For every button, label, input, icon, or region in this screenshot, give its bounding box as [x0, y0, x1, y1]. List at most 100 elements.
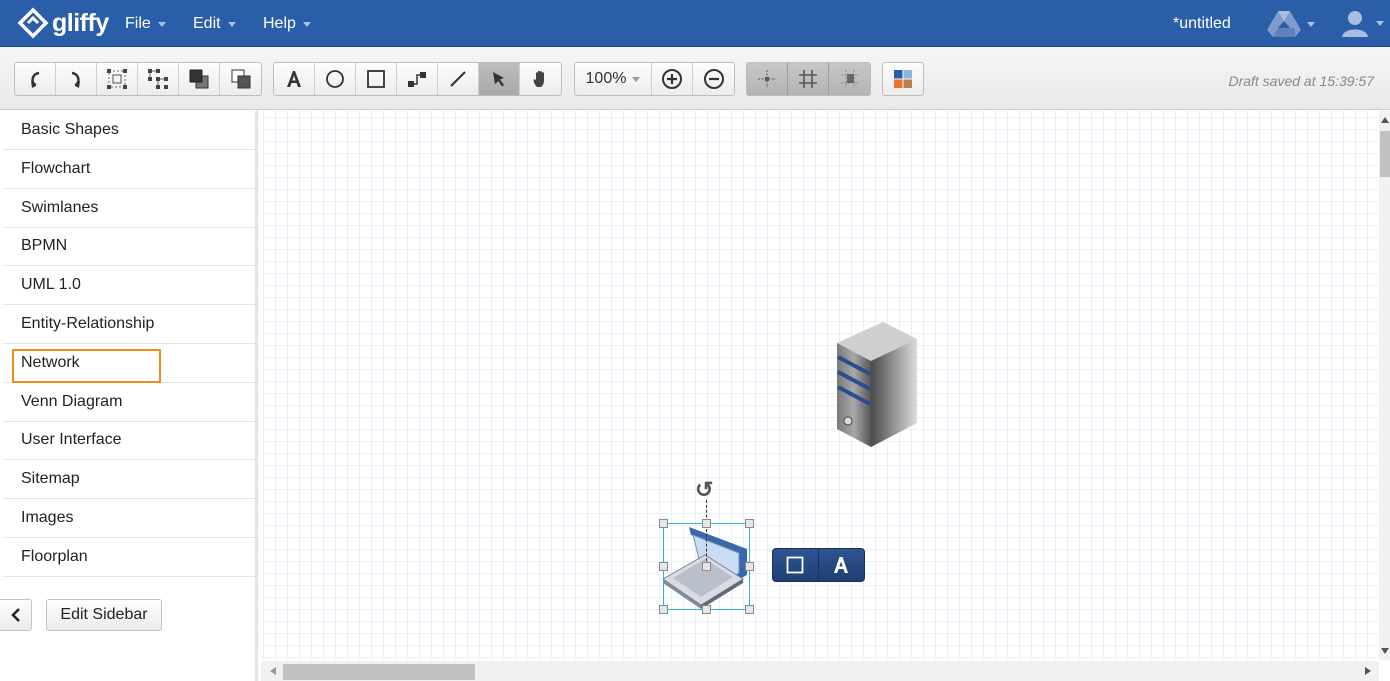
scroll-up-arrow-icon[interactable] [1381, 117, 1389, 123]
zoom-in-icon [662, 69, 682, 89]
resize-handle-sw[interactable] [659, 605, 668, 614]
sidebar-item-floorplan[interactable]: Floorplan [3, 538, 255, 577]
connector-tool-button[interactable] [397, 63, 438, 95]
theme-icon [894, 70, 912, 88]
sidebar-item-label: Network [21, 353, 80, 371]
menu-file[interactable]: File [125, 0, 166, 47]
line-tool-button[interactable] [438, 63, 479, 95]
send-to-back-button[interactable] [220, 63, 261, 95]
vertical-scrollbar[interactable] [1379, 111, 1390, 660]
bring-to-front-icon [189, 69, 209, 89]
ungroup-button[interactable] [138, 63, 179, 95]
vertical-scroll-thumb[interactable] [1380, 131, 1390, 177]
sidebar-item-label: Basic Shapes [21, 121, 119, 138]
logo-text: gliffy [52, 8, 109, 37]
sidebar-item-uml[interactable]: UML 1.0 [3, 266, 255, 306]
sidebar-item-bpmn[interactable]: BPMN [3, 227, 255, 267]
sidebar-item-venn-diagram[interactable]: Venn Diagram [3, 383, 255, 422]
sidebar-item-basic-shapes[interactable]: Basic Shapes [3, 111, 255, 150]
undo-button[interactable] [15, 63, 56, 95]
chevron-left-icon [10, 608, 20, 622]
chevron-down-icon [227, 22, 236, 27]
zoom-out-button[interactable] [693, 63, 734, 95]
sidebar-item-network[interactable]: Network [3, 344, 255, 383]
chevron-down-icon [1376, 20, 1384, 26]
sidebar-item-entity-relationship[interactable]: Entity-Relationship [3, 305, 255, 344]
horizontal-scroll-thumb[interactable] [283, 664, 475, 680]
view-options-group [746, 62, 871, 96]
pointer-tool-button[interactable] [479, 63, 520, 95]
shape-style-button[interactable] [773, 549, 819, 581]
zoom-value: 100% [585, 70, 627, 87]
resize-handle-n[interactable] [702, 519, 711, 528]
menu-edit-label: Edit [193, 14, 221, 32]
zoom-out-icon [703, 69, 724, 89]
drawing-tools-group [273, 62, 562, 96]
bring-to-front-button[interactable] [179, 63, 220, 95]
scroll-right-arrow-icon[interactable] [1365, 667, 1371, 675]
pan-tool-icon [533, 70, 544, 87]
google-drive-button[interactable] [1267, 10, 1315, 38]
sidebar-item-label: User Interface [21, 431, 122, 449]
user-menu-button[interactable] [1340, 9, 1384, 37]
collapse-sidebar-button[interactable] [0, 599, 32, 631]
sidebar-item-label: Flowchart [21, 159, 91, 177]
resize-handle-se[interactable] [745, 605, 754, 614]
snap-toggle[interactable] [747, 63, 788, 95]
resize-handle-e[interactable] [745, 562, 754, 571]
sidebar-item-swimlanes[interactable]: Swimlanes [3, 189, 255, 228]
ungroup-icon [148, 69, 168, 89]
resize-handle-ne[interactable] [745, 519, 754, 528]
server-icon [837, 322, 917, 447]
text-icon [834, 557, 849, 573]
menu-help[interactable]: Help [263, 0, 311, 47]
pan-tool-button[interactable] [520, 63, 561, 95]
menu-edit[interactable]: Edit [193, 0, 236, 47]
rectangle-tool-button[interactable] [356, 63, 397, 95]
menu-help-label: Help [263, 14, 296, 32]
undo-icon [31, 71, 40, 88]
center-handle[interactable] [702, 562, 711, 571]
theme-button[interactable] [883, 63, 923, 95]
edit-tools-group [14, 62, 262, 96]
text-tool-icon [287, 71, 301, 87]
scroll-left-arrow-icon[interactable] [270, 667, 276, 675]
resize-handle-w[interactable] [659, 562, 668, 571]
zoom-select[interactable]: 100% [575, 63, 652, 95]
document-title[interactable]: *untitled [1173, 15, 1231, 33]
gliffy-logo[interactable]: gliffy [16, 6, 109, 40]
sidebar-item-label: Sitemap [21, 470, 80, 488]
drawing-canvas[interactable]: ↺ [261, 111, 1378, 660]
sidebar-item-label: Venn Diagram [21, 392, 123, 410]
rectangle-tool-icon [367, 70, 385, 88]
sidebar-item-user-interface[interactable]: User Interface [3, 421, 255, 461]
chevron-down-icon [632, 76, 641, 82]
redo-icon [71, 71, 80, 88]
resize-handle-nw[interactable] [659, 519, 668, 528]
horizontal-scrollbar[interactable] [261, 661, 1379, 681]
ellipse-tool-button[interactable] [315, 63, 356, 95]
grid-icon [799, 70, 817, 88]
connector-tool-icon [408, 72, 426, 87]
toolbar: 100% Draft saved at 15:39:57 [0, 47, 1390, 110]
sidebar-item-flowchart[interactable]: Flowchart [3, 150, 255, 189]
guides-toggle[interactable] [829, 63, 870, 95]
chevron-down-icon [1307, 21, 1315, 27]
grid-toggle[interactable] [788, 63, 829, 95]
add-text-button[interactable] [819, 549, 865, 581]
group-button[interactable] [97, 63, 138, 95]
google-drive-icon [1267, 11, 1301, 37]
edit-sidebar-button[interactable]: Edit Sidebar [46, 599, 162, 631]
scroll-down-arrow-icon[interactable] [1381, 648, 1389, 654]
rotate-handle[interactable]: ↺ [695, 479, 713, 501]
sidebar-item-images[interactable]: Images [3, 499, 255, 538]
sidebar-item-label: Images [21, 509, 74, 526]
sidebar-item-label: Swimlanes [21, 198, 99, 216]
sidebar-item-sitemap[interactable]: Sitemap [3, 460, 255, 500]
server-shape[interactable] [835, 321, 919, 449]
resize-handle-s[interactable] [702, 605, 711, 614]
zoom-in-button[interactable] [652, 63, 693, 95]
redo-button[interactable] [56, 63, 97, 95]
text-tool-button[interactable] [274, 63, 315, 95]
square-icon [786, 556, 804, 574]
